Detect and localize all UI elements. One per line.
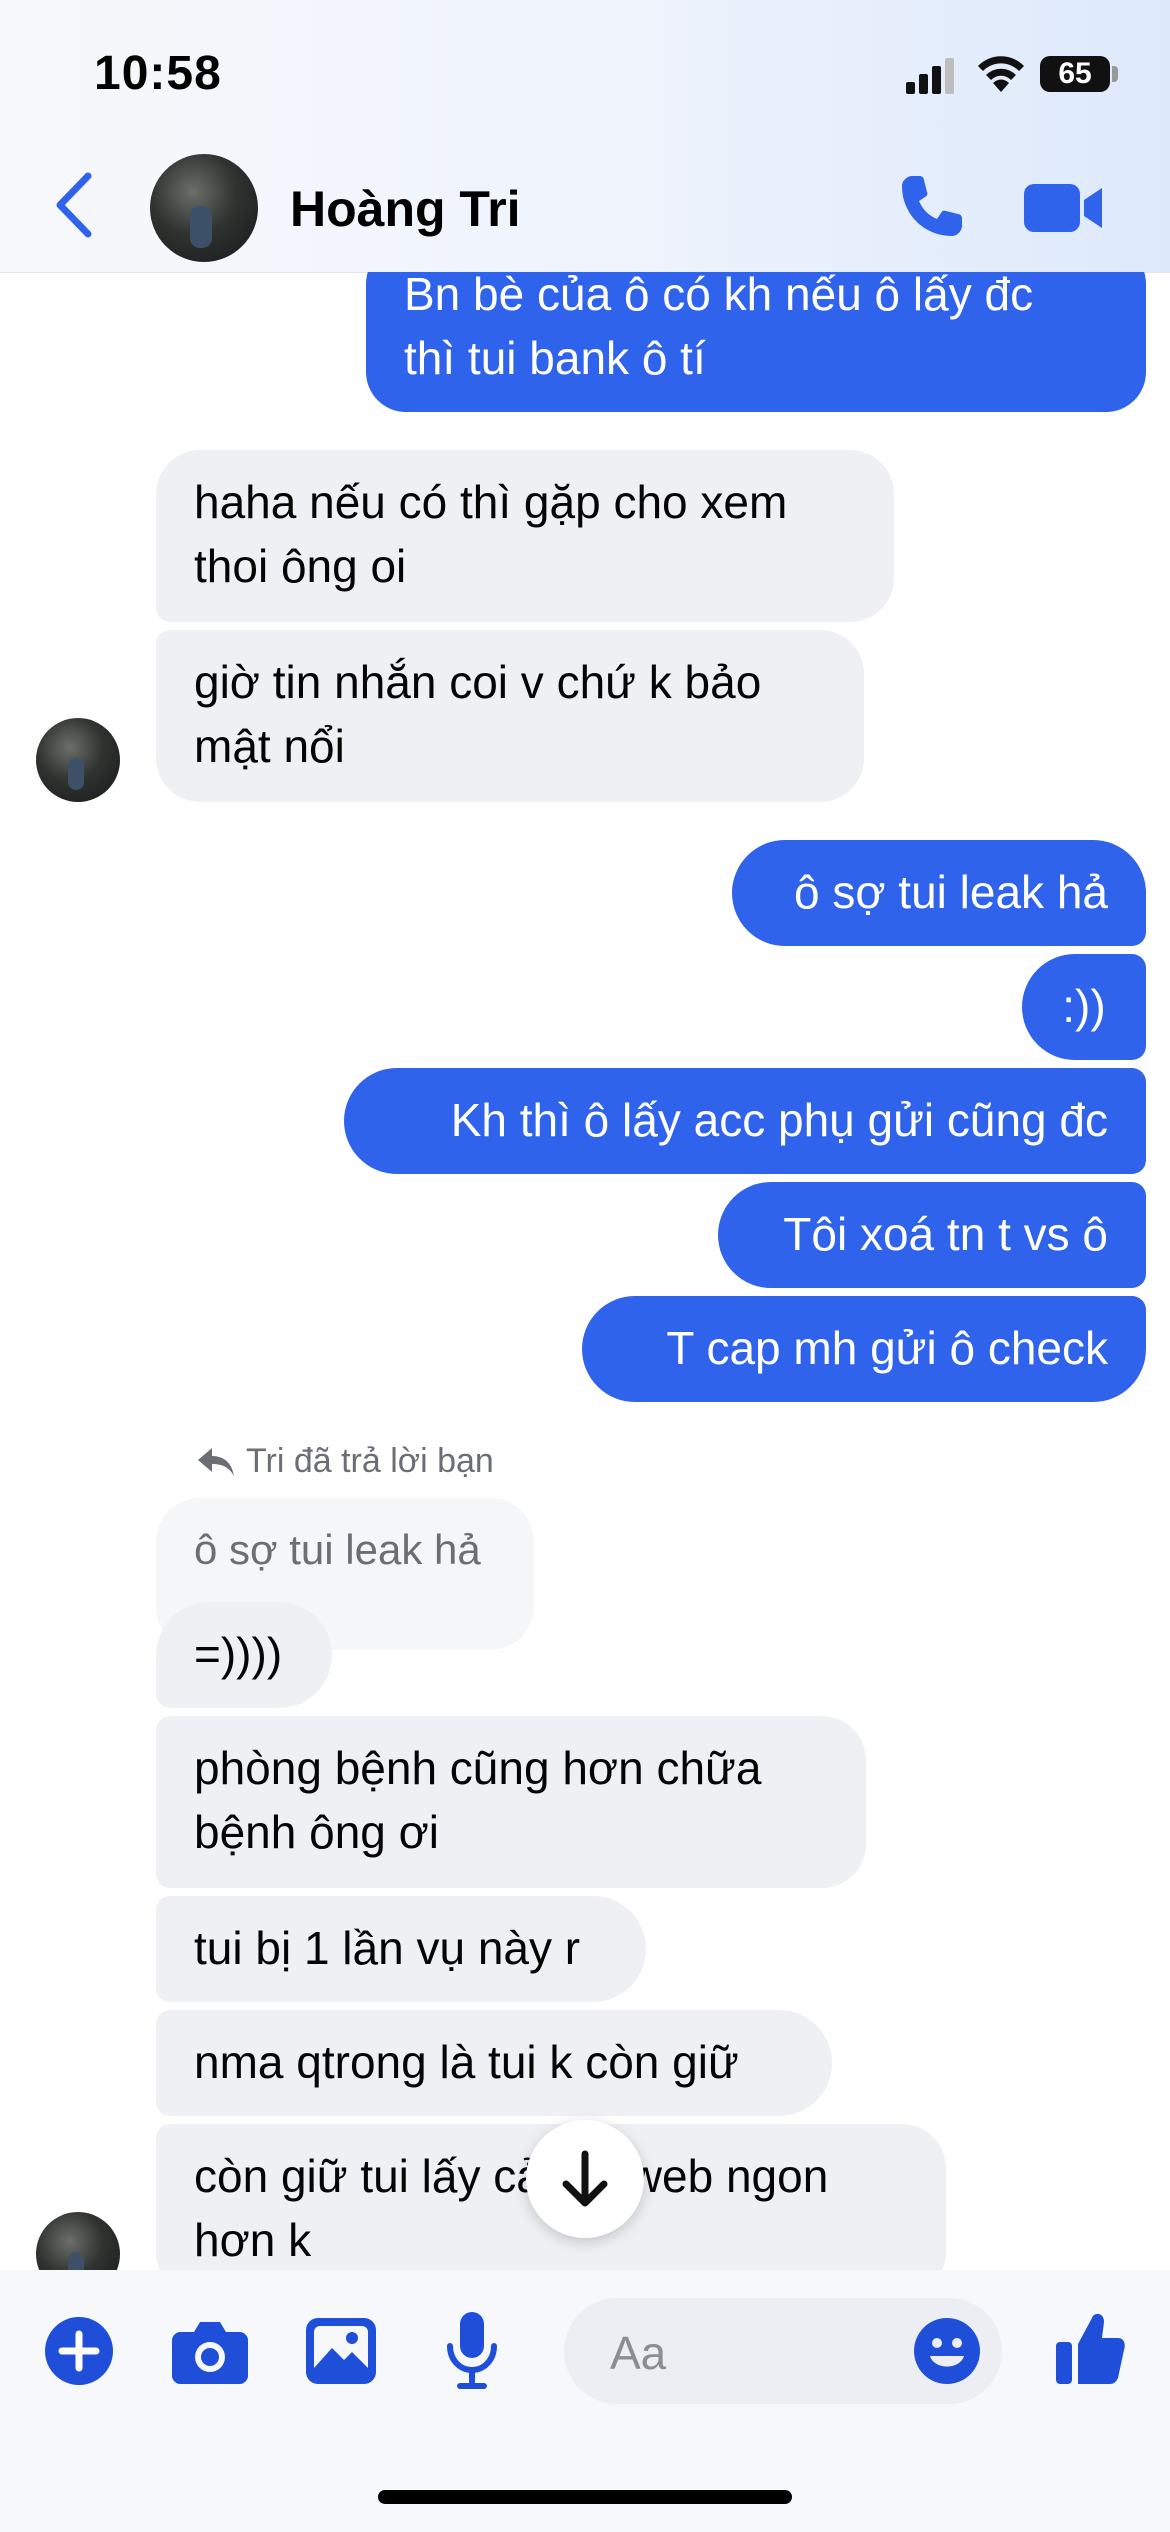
battery-cap [1112,66,1118,82]
home-indicator [378,2490,792,2504]
status-time: 10:58 [94,47,222,100]
contact-avatar-small[interactable] [36,718,120,802]
contact-avatar[interactable] [150,154,258,262]
phone-call-icon[interactable] [896,170,968,242]
reply-label: Tri đã trả lời bạn [246,1442,494,1480]
emoji-icon[interactable] [914,2318,980,2384]
scroll-to-bottom-button[interactable] [526,2120,644,2238]
message-bubble-incoming[interactable]: haha nếu có thì gặp cho xem thoi ông oi [156,450,894,622]
message-bubble-incoming[interactable]: nma qtrong là tui k còn giữ [156,2010,832,2116]
gallery-image-icon[interactable] [306,2318,376,2384]
message-bubble-outgoing[interactable]: ô sợ tui leak hả [732,840,1146,946]
back-chevron-icon[interactable] [52,170,96,240]
message-bubble-outgoing[interactable]: :)) [1022,954,1146,1060]
plus-circle-icon[interactable] [44,2316,114,2386]
battery-level: 65 [1040,56,1110,92]
status-bar: 10:58 65 [0,0,1170,150]
wifi-icon [978,56,1024,92]
reply-arrow-icon [198,1448,234,1476]
contact-avatar-small[interactable] [36,2212,120,2270]
contact-name[interactable]: Hoàng Tri [290,180,521,238]
video-call-icon[interactable] [1024,180,1104,236]
arrow-down-icon [562,2150,608,2207]
message-list[interactable]: Bn bè của ô có kh nếu ô lấy đc thì tui b… [0,272,1170,2270]
message-bubble-outgoing[interactable]: Bn bè của ô có kh nếu ô lấy đc thì tui b… [366,272,1146,412]
message-bubble-incoming[interactable]: giờ tin nhắn coi v chứ k bảo mật nổi [156,630,864,802]
message-bubble-outgoing[interactable]: Kh thì ô lấy acc phụ gửi cũng đc [344,1068,1146,1174]
message-bubble-outgoing[interactable]: Tôi xoá tn t vs ô [718,1182,1146,1288]
message-input-placeholder: Aa [610,2327,667,2379]
thumbs-up-icon[interactable] [1056,2310,1126,2386]
cellular-signal-icon [906,58,954,94]
microphone-icon[interactable] [444,2312,500,2390]
message-bubble-outgoing[interactable]: T cap mh gửi ô check [582,1296,1146,1402]
message-bubble-incoming[interactable]: =)))) [156,1602,332,1708]
camera-icon[interactable] [172,2318,248,2384]
message-bubble-incoming[interactable]: phòng bệnh cũng hơn chữa bệnh ông ơi [156,1716,866,1888]
message-bubble-incoming[interactable]: tui bị 1 lần vụ này r [156,1896,646,2002]
